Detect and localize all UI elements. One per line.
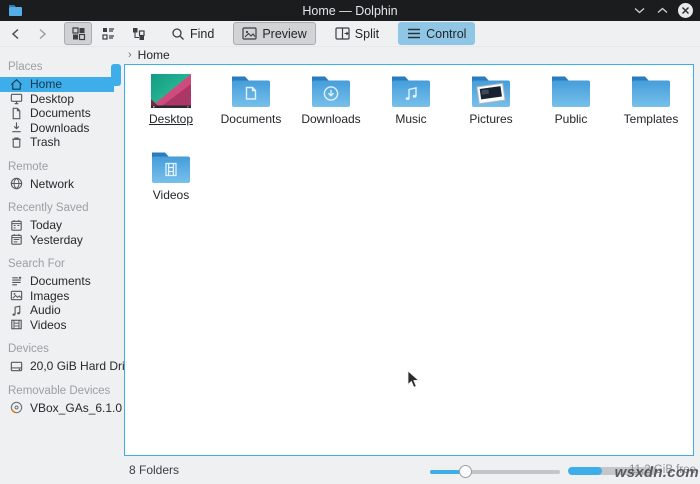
document-icon [12,107,21,119]
folder-icon [552,76,590,107]
section-header-devices: Devices [8,343,49,355]
mouse-cursor [407,370,420,388]
details-view-icon [132,28,145,40]
music-note-icon [12,305,21,316]
minimize-button[interactable] [632,3,647,18]
folder-videos-icon [152,152,190,183]
sidebar-item-search-images[interactable]: Images [0,289,118,304]
view-mode-group [64,22,152,45]
sidebar-item-documents[interactable]: Documents [0,106,118,121]
section-header-recently-saved: Recently Saved [8,202,89,214]
folder-icon [632,76,670,107]
sidebar-item-search-documents[interactable]: Documents [0,274,118,289]
section-header-remote: Remote [8,160,49,173]
close-button[interactable] [678,3,693,18]
chevron-right-icon [39,28,47,39]
control-button[interactable]: Control [398,22,476,45]
calendar-icon [11,219,22,231]
folder-view[interactable]: Desktop Documents Downloads Music Pictur… [124,64,694,456]
watermark-text: wsxdn.com [614,464,699,481]
icons-view-button[interactable] [64,22,92,45]
sidebar-item-trash[interactable]: Trash [0,135,118,150]
folder-documents-icon [232,76,270,107]
sidebar-item-search-audio[interactable]: Audio [0,303,118,318]
sidebar-item-today[interactable]: Today [0,218,118,233]
breadcrumb: › Home [128,47,170,63]
maximize-button[interactable] [655,3,670,18]
preview-button[interactable]: Preview [233,22,316,45]
file-item-documents[interactable]: Documents [211,73,291,147]
forward-button[interactable] [32,24,52,44]
places-panel: Places Home Desktop Documents Downloads … [0,50,137,456]
find-label: Find [190,26,215,41]
document-list-icon [12,276,22,286]
folders-count: 8 Folders [129,463,180,477]
breadcrumb-current[interactable]: Home [138,48,170,62]
calendar-icon [11,234,22,245]
icons-view-icon [71,27,85,41]
file-item-pictures[interactable]: Pictures [451,73,531,147]
folder-pictures-icon [472,76,510,107]
file-item-public[interactable]: Public [531,73,611,147]
folder-downloads-icon [312,76,350,107]
film-icon [11,319,22,330]
sidebar-item-network[interactable]: Network [0,177,118,192]
sidebar-item-search-videos[interactable]: Videos [0,318,118,333]
chevron-left-icon [11,28,19,39]
back-button[interactable] [6,24,26,44]
find-button[interactable]: Find [162,22,223,45]
folder-music-icon [392,76,430,107]
file-item-videos[interactable]: Videos [131,149,211,223]
sidebar-item-downloads[interactable]: Downloads [0,121,118,136]
zoom-slider-handle[interactable] [459,465,472,478]
split-button[interactable]: Split [326,22,388,45]
sidebar-item-desktop[interactable]: Desktop [0,92,118,107]
desktop-wallpaper-icon [151,74,191,108]
image-icon [10,290,23,301]
preview-icon [242,27,257,40]
sidebar-item-hard-drive[interactable]: 20,0 GiB Hard Drive [0,359,137,374]
control-label: Control [426,26,467,41]
hard-drive-icon [10,361,23,372]
compact-view-icon [101,28,114,40]
optical-disc-icon [10,402,23,414]
section-header-removable-devices: Removable Devices [8,384,111,397]
breadcrumb-chevron-icon: › [128,49,132,61]
download-icon [12,122,21,133]
sidebar-item-vbox-disc[interactable]: VBox_GAs_6.1.0 [0,401,122,416]
trash-icon [12,137,21,148]
monitor-icon [10,93,23,105]
split-icon [335,27,350,40]
zoom-slider[interactable] [430,465,560,478]
preview-label: Preview [262,26,307,41]
compact-view-button[interactable] [94,22,122,45]
titlebar: Home — Dolphin [0,0,700,21]
home-icon [10,78,23,90]
file-item-music[interactable]: Music [371,73,451,147]
main-toolbar: Find Preview Split Control [0,21,700,47]
sidebar-scrollbar[interactable] [111,64,121,86]
free-space-bar-fill [568,467,603,475]
file-item-downloads[interactable]: Downloads [291,73,371,147]
hamburger-menu-icon [408,28,421,39]
section-header-places: Places [8,61,43,73]
file-item-desktop[interactable]: Desktop [131,73,211,147]
sidebar-item-home[interactable]: Home [0,77,114,92]
network-globe-icon [10,178,23,190]
section-header-search-for: Search For [8,258,65,270]
split-label: Split [354,26,380,41]
sidebar-item-yesterday[interactable]: Yesterday [0,233,118,248]
window-title: Home — Dolphin [302,3,398,18]
search-icon [172,27,184,40]
file-item-templates[interactable]: Templates [611,73,691,147]
details-view-button[interactable] [124,22,152,45]
